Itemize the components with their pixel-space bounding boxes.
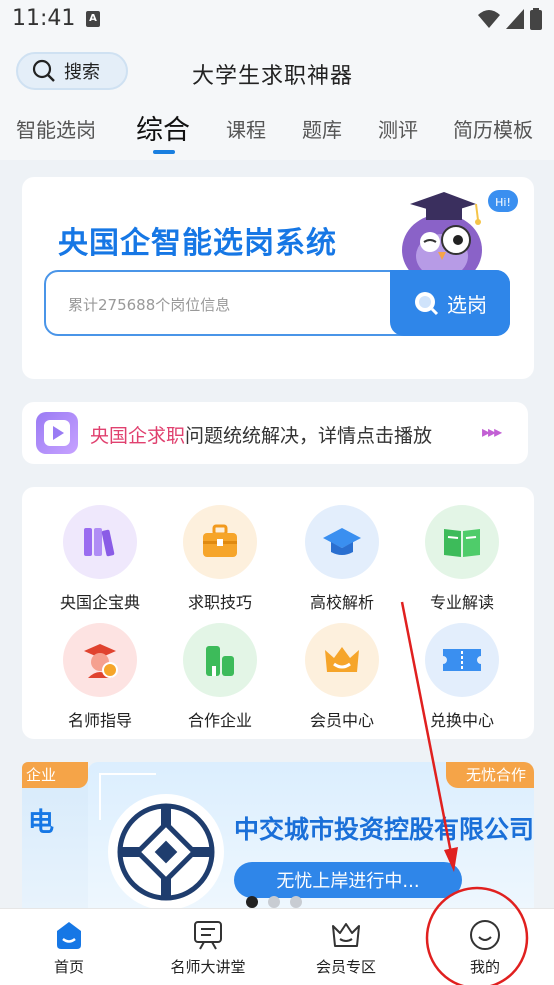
grid-label: 求职技巧 bbox=[187, 593, 252, 612]
nav-label: 我的 bbox=[469, 958, 500, 976]
carousel-dot-active[interactable] bbox=[246, 896, 258, 908]
carousel-indicator bbox=[246, 896, 302, 908]
status-bar bbox=[0, 0, 554, 38]
grid-item-partner-companies[interactable]: 合作企业 bbox=[161, 623, 279, 731]
nav-lecture-hall[interactable]: 名师大讲堂 bbox=[148, 918, 268, 977]
lecture-icon bbox=[191, 918, 225, 952]
company-banner[interactable]: 无忧合作 中交城市投资控股有限公司 无忧上岸进行中... bbox=[88, 762, 534, 908]
select-job-button[interactable]: 选岗 bbox=[390, 270, 510, 336]
grid-label: 名师指导 bbox=[67, 711, 132, 730]
grid-item-member-center[interactable]: 会员中心 bbox=[283, 623, 401, 731]
tab-question-bank[interactable]: 题库 bbox=[302, 114, 342, 143]
promo-highlight: 央国企求职 bbox=[90, 425, 186, 447]
briefcase-icon bbox=[183, 505, 257, 579]
grid-item-teacher-guidance[interactable]: 名师指导 bbox=[41, 623, 159, 731]
category-tabs: 智能选岗 综合 课程 题库 测评 简历模板 bbox=[0, 110, 554, 158]
banner-company-name: 中交城市投资控股有限公司 bbox=[234, 815, 534, 844]
promo-arrows-icon: ▸▸▸ bbox=[482, 422, 502, 441]
job-search-placeholder: 累计275688个岗位信息 bbox=[68, 296, 231, 314]
nav-label: 名师大讲堂 bbox=[170, 958, 246, 976]
wifi-icon bbox=[478, 10, 500, 28]
tab-courses[interactable]: 课程 bbox=[226, 114, 266, 143]
select-job-label: 选岗 bbox=[447, 292, 487, 317]
app-title: 大学生求职神器 bbox=[192, 64, 354, 89]
ticket-icon bbox=[425, 623, 499, 697]
banner-left-text: 电 bbox=[28, 808, 55, 838]
notification-icon: A bbox=[86, 11, 100, 27]
crown-icon bbox=[305, 623, 379, 697]
grid-label: 会员中心 bbox=[309, 711, 374, 730]
job-selection-title: 央国企智能选岗系统 bbox=[58, 226, 337, 261]
company-logo bbox=[108, 794, 224, 908]
nav-member-zone[interactable]: 会员专区 bbox=[286, 918, 406, 977]
play-icon bbox=[36, 412, 78, 454]
carousel-dot[interactable] bbox=[290, 896, 302, 908]
grid-item-handbook[interactable]: 央国企宝典 bbox=[41, 505, 159, 613]
banner-previous-slide[interactable]: 企业 电 bbox=[22, 762, 88, 908]
tab-smart-select[interactable]: 智能选岗 bbox=[16, 114, 96, 143]
active-tab-indicator bbox=[153, 150, 175, 154]
nav-label: 首页 bbox=[53, 958, 84, 976]
mascot-bubble-text: Hi! bbox=[495, 196, 511, 209]
grid-label: 兑换中心 bbox=[429, 711, 494, 730]
nav-home[interactable]: 首页 bbox=[9, 918, 129, 977]
grid-label: 高校解析 bbox=[309, 593, 374, 612]
grid-label: 央国企宝典 bbox=[59, 593, 140, 612]
profile-icon bbox=[468, 918, 502, 952]
banner-left-tag: 企业 bbox=[22, 762, 88, 788]
grid-item-redeem-center[interactable]: 兑换中心 bbox=[403, 623, 521, 731]
open-book-icon bbox=[425, 505, 499, 579]
grid-item-university-analysis[interactable]: 高校解析 bbox=[283, 505, 401, 613]
status-indicators bbox=[478, 8, 542, 30]
status-time: 11:41 bbox=[12, 6, 76, 31]
tab-assessment[interactable]: 测评 bbox=[378, 114, 418, 143]
tab-resume-templates[interactable]: 简历模板 bbox=[453, 114, 533, 143]
search-button[interactable]: 搜索 bbox=[16, 52, 128, 90]
grid-item-job-tips[interactable]: 求职技巧 bbox=[161, 505, 279, 613]
teacher-icon bbox=[63, 623, 137, 697]
search-icon bbox=[32, 59, 55, 82]
signal-icon bbox=[506, 9, 524, 29]
battery-icon bbox=[530, 8, 542, 30]
carousel-dot[interactable] bbox=[268, 896, 280, 908]
crown-icon bbox=[329, 918, 363, 952]
mascot-illustration: Hi! bbox=[392, 182, 520, 286]
graduation-cap-icon bbox=[305, 505, 379, 579]
promo-text: 央国企求职问题统统解决，详情点击播放 bbox=[90, 421, 432, 448]
books-icon bbox=[63, 505, 137, 579]
grid-label: 专业解读 bbox=[429, 593, 494, 612]
grid-label: 合作企业 bbox=[187, 711, 252, 730]
search-icon bbox=[415, 292, 439, 316]
search-label: 搜索 bbox=[64, 62, 100, 83]
nav-label: 会员专区 bbox=[315, 958, 376, 976]
home-icon bbox=[52, 918, 86, 952]
banner-cta-button[interactable]: 无忧上岸进行中... bbox=[234, 862, 462, 898]
grid-item-major-interpretation[interactable]: 专业解读 bbox=[403, 505, 521, 613]
promo-body: 问题统统解决，详情点击播放 bbox=[185, 425, 433, 447]
nav-profile[interactable]: 我的 bbox=[425, 918, 545, 977]
building-icon bbox=[183, 623, 257, 697]
banner-tag: 无忧合作 bbox=[445, 762, 534, 788]
tab-comprehensive[interactable]: 综合 bbox=[136, 108, 190, 147]
